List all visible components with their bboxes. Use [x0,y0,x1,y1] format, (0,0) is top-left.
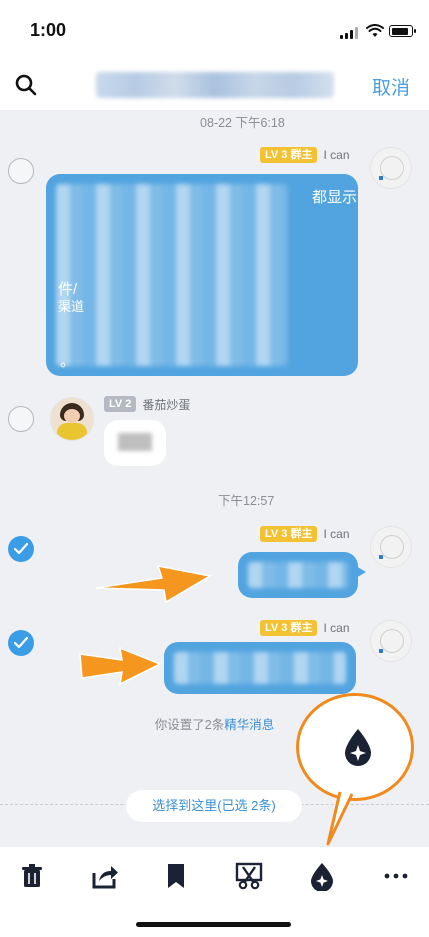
arrow-annotation-icon [79,646,162,686]
bookmark-icon[interactable] [161,861,191,891]
sender-tags: LV 3 群主 I can [260,619,350,637]
callout-annotation [296,693,414,801]
cellular-signal-icon [340,27,358,39]
timestamp: 08-22 下午6:18 [200,116,285,130]
message-bubble[interactable]: 都显示 件/ 渠道 。 [46,174,358,376]
level-badge: LV 2 [104,396,137,412]
chat-title-blurred [96,72,334,98]
avatar[interactable] [370,620,412,662]
arrow-annotation-icon [95,565,212,604]
select-radio-checked[interactable] [8,536,34,562]
scissors-icon[interactable] [234,861,264,891]
status-bar: 1:00 [0,0,429,60]
share-icon[interactable] [89,861,119,891]
message-text: 。 [60,353,76,370]
wifi-icon [366,24,384,37]
bubble-tail [356,566,366,578]
select-radio[interactable] [8,406,34,432]
essence-messages-link[interactable]: 精华消息 [224,718,274,732]
level-badge: LV 3 群主 [260,526,318,542]
message-bubble-selected[interactable] [238,552,358,598]
essence-drop-icon[interactable] [307,861,337,891]
sender-name: I can [323,621,350,635]
sender-name: I can [323,527,350,541]
message-text: 都显示 [312,189,358,206]
avatar[interactable] [370,147,412,189]
essence-drop-icon [345,729,371,766]
sender-tags: LV 2 番茄炒蛋 [104,395,190,413]
status-time: 1:00 [30,20,67,40]
sender-tags: LV 3 群主 I can [260,525,350,543]
select-to-here-button[interactable]: 选择到这里(已选 2条) [126,790,302,822]
avatar[interactable] [370,526,412,568]
message-bubble-selected[interactable] [164,642,356,694]
message-text: 渠道 [58,299,85,314]
level-badge: LV 3 群主 [260,620,318,636]
callout-tail [326,791,354,846]
sender-name: 番茄炒蛋 [142,397,191,412]
more-icon[interactable] [381,861,411,891]
level-badge: LV 3 群主 [260,147,318,163]
sender-name: I can [323,148,350,162]
timestamp: 下午12:57 [218,494,275,508]
sender-tags: LV 3 群主 I can [260,146,350,164]
select-radio[interactable] [8,158,34,184]
select-radio-checked[interactable] [8,630,34,656]
trash-icon[interactable] [17,861,47,891]
chat-header: 取消 [0,60,429,110]
home-indicator [136,922,291,927]
avatar[interactable] [50,397,94,441]
message-bubble[interactable] [104,420,166,466]
battery-icon [389,25,416,37]
search-icon[interactable] [14,73,38,97]
cancel-button[interactable]: 取消 [372,73,410,100]
